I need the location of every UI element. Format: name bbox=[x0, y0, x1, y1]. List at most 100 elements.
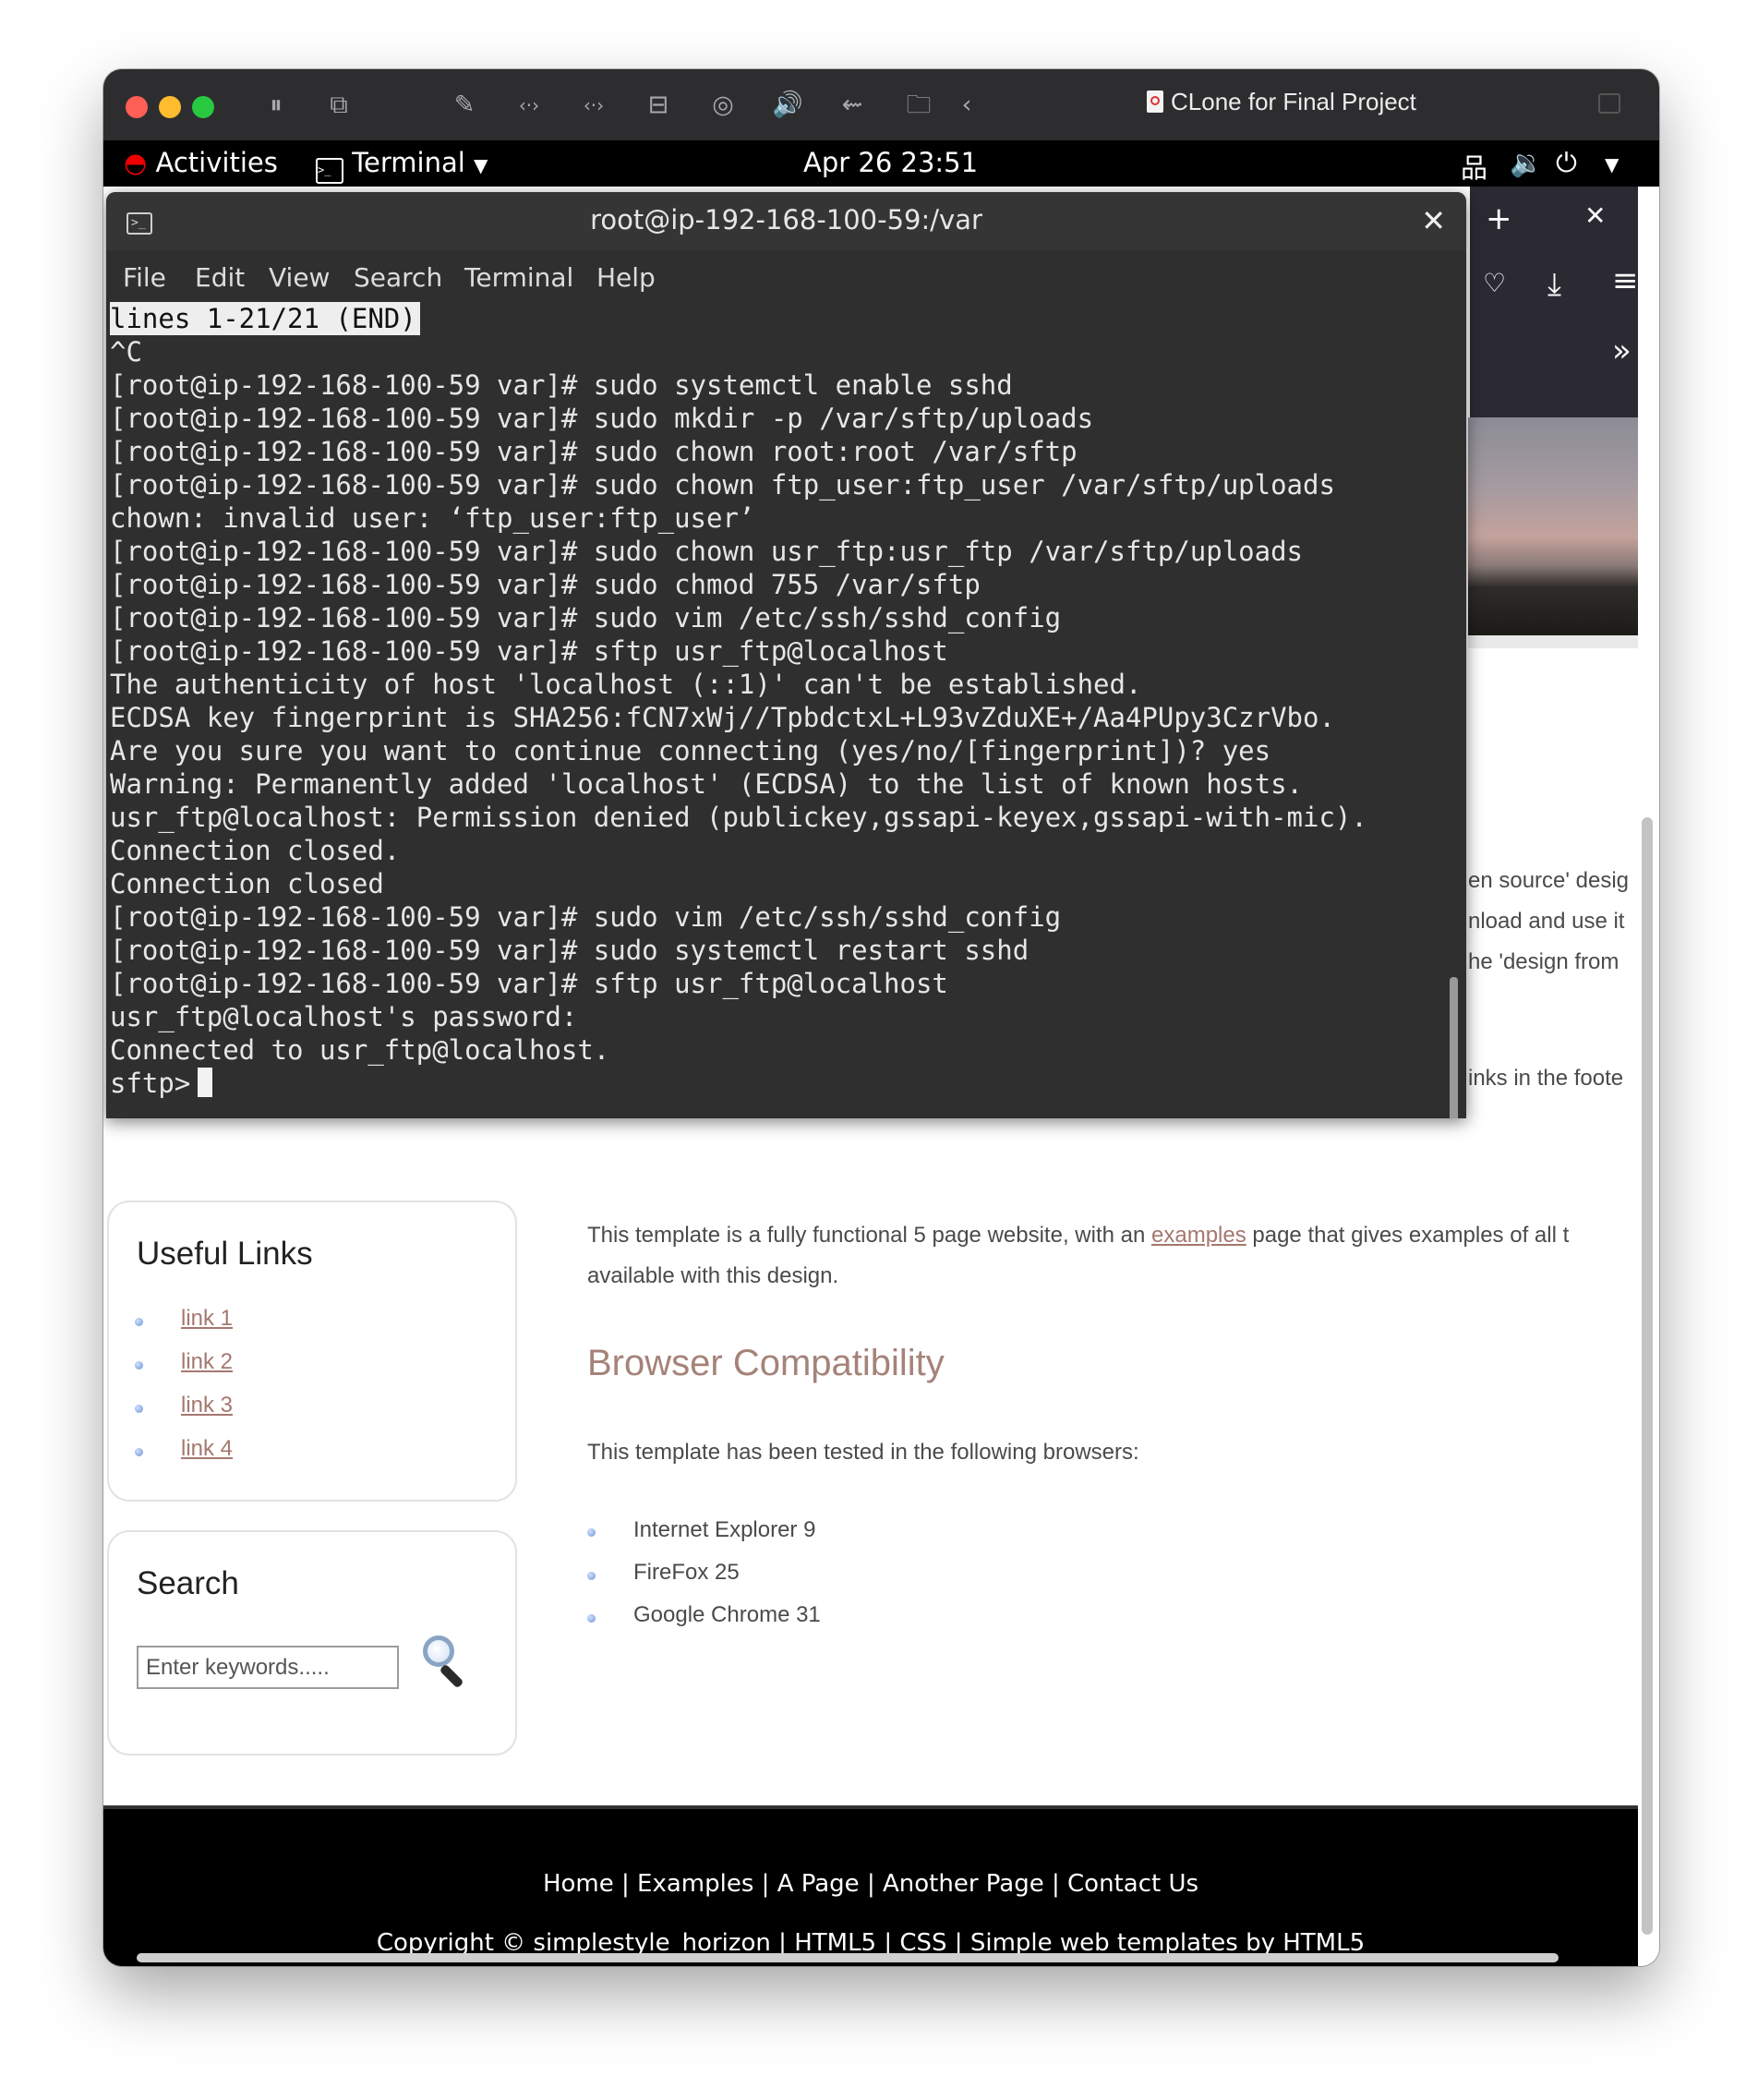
close-window-button[interactable] bbox=[126, 96, 148, 118]
new-tab-icon[interactable]: + bbox=[1486, 200, 1512, 237]
download-icon[interactable]: ⤓ bbox=[1547, 266, 1561, 303]
text-cursor bbox=[198, 1068, 213, 1097]
window-title: CLone for Final Project bbox=[1147, 88, 1416, 116]
terminal-line: usr_ftp@localhost: Permission denied (pu… bbox=[110, 802, 1367, 833]
terminal-line: [root@ip-192-168-100-59 var]# sudo chown… bbox=[110, 536, 1304, 567]
terminal-line: [root@ip-192-168-100-59 var]# sudo chmod… bbox=[110, 569, 981, 600]
footer-separator: | bbox=[866, 1870, 875, 1898]
network-icon[interactable]: 品 bbox=[1461, 147, 1487, 186]
browser-compatibility-heading: Browser Compatibility bbox=[587, 1343, 945, 1383]
wrench-icon[interactable]: ✎ bbox=[449, 90, 480, 121]
footer-link-home[interactable]: Home bbox=[543, 1870, 614, 1898]
terminal-scrollbar[interactable] bbox=[1450, 977, 1458, 1118]
code-arrows-icon[interactable]: ‹·› bbox=[578, 90, 609, 121]
terminal-line: [root@ip-192-168-100-59 var]# sftp usr_f… bbox=[110, 968, 948, 999]
text-fragment: nload and use it bbox=[1468, 909, 1625, 934]
app-menu-label: Terminal bbox=[352, 147, 465, 178]
terminal-line: Connection closed. bbox=[110, 835, 401, 866]
terminal-line: chown: invalid user: ‘ftp_user:ftp_user’ bbox=[110, 502, 755, 534]
bullet-icon bbox=[135, 1405, 143, 1413]
terminal-line: [root@ip-192-168-100-59 var]# sudo syste… bbox=[110, 935, 1030, 966]
code-arrows-icon[interactable]: ‹·› bbox=[513, 90, 545, 121]
bullet-icon bbox=[587, 1572, 596, 1580]
useful-links-title: Useful Links bbox=[137, 1236, 313, 1272]
page-scrollbar-thumb[interactable] bbox=[1642, 817, 1653, 1935]
pager-status-line: lines 1-21/21 (END) bbox=[110, 302, 420, 335]
chevron-down-icon: ▼ bbox=[474, 154, 488, 176]
terminal-line: usr_ftp@localhost's password: bbox=[110, 1001, 578, 1032]
bullet-icon bbox=[135, 1448, 143, 1456]
useful-links-box: Useful Links link 1 link 2 link 3 link 4 bbox=[107, 1201, 517, 1502]
footer-nav: Home | Examples | A Page | Another Page … bbox=[103, 1870, 1638, 1898]
close-icon[interactable]: ✕ bbox=[1421, 203, 1446, 238]
footer-separator: | bbox=[621, 1870, 630, 1898]
footer-link-examples[interactable]: Examples bbox=[637, 1870, 753, 1898]
examples-link[interactable]: examples bbox=[1151, 1223, 1246, 1248]
footer-link-another-page[interactable]: Another Page bbox=[883, 1870, 1044, 1898]
header-image bbox=[1468, 417, 1638, 635]
footer-link-contact[interactable]: Contact Us bbox=[1067, 1870, 1198, 1898]
browser-list-item: Google Chrome 31 bbox=[633, 1602, 821, 1627]
drive-icon[interactable]: ⊟ bbox=[643, 90, 674, 121]
sidebar-link-2[interactable]: link 2 bbox=[181, 1349, 233, 1375]
text-fragment: en source' desig bbox=[1468, 868, 1630, 893]
window-title-text: CLone for Final Project bbox=[1171, 88, 1416, 115]
gnome-topbar: ◓ Activities >_ Terminal ▼ Apr 26 23:51 … bbox=[103, 140, 1659, 187]
terminal-line: [root@ip-192-168-100-59 var]# sudo vim /… bbox=[110, 901, 1062, 933]
bullet-icon bbox=[135, 1361, 143, 1370]
redhat-icon: ◓ bbox=[124, 147, 148, 178]
sidebar-link-1[interactable]: link 1 bbox=[181, 1306, 233, 1332]
close-tab-icon[interactable]: ✕ bbox=[1584, 200, 1606, 231]
pocket-icon[interactable]: ♡ bbox=[1483, 268, 1506, 298]
intro-paragraph: This template is a fully functional 5 pa… bbox=[587, 1223, 1569, 1249]
header-divider bbox=[1468, 635, 1638, 648]
terminal-line: Connection closed bbox=[110, 868, 384, 899]
speaker-icon[interactable]: 🔊 bbox=[772, 90, 803, 121]
volume-icon[interactable]: 🔉 bbox=[1510, 147, 1543, 179]
sidebar-link-4[interactable]: link 4 bbox=[181, 1436, 233, 1462]
clock[interactable]: Apr 26 23:51 bbox=[803, 147, 978, 178]
user-icon[interactable]: ◎ bbox=[707, 90, 739, 121]
terminal-prompt-line[interactable]: sftp> bbox=[110, 1067, 213, 1100]
snapshot-icon[interactable]: ⧉ bbox=[323, 90, 355, 121]
sidebar-link-3[interactable]: link 3 bbox=[181, 1393, 233, 1418]
menu-file[interactable]: File bbox=[123, 262, 166, 293]
back-arrow-icon[interactable]: ‹ bbox=[951, 90, 982, 121]
footer-link-a-page[interactable]: A Page bbox=[777, 1870, 860, 1898]
footer-separator: | bbox=[1052, 1870, 1060, 1898]
power-icon[interactable]: ⏻ bbox=[1556, 147, 1577, 179]
search-input[interactable]: Enter keywords..... bbox=[137, 1646, 399, 1689]
terminal-line: [root@ip-192-168-100-59 var]# sftp usr_f… bbox=[110, 635, 948, 667]
zoom-window-button[interactable] bbox=[192, 96, 214, 118]
pause-icon[interactable]: ⏸ bbox=[260, 90, 292, 121]
terminal-app-icon: >_ bbox=[316, 158, 343, 184]
compatibility-text: This template has been tested in the fol… bbox=[587, 1440, 1139, 1465]
minimize-window-button[interactable] bbox=[159, 96, 181, 118]
vm-titlebar: ⏸ ⧉ ✎ ‹·› ‹·› ⊟ ◎ 🔊 ⇜ 🗀 ‹ CLone for Fina… bbox=[103, 69, 1659, 140]
intro-text: This template is a fully functional 5 pa… bbox=[587, 1223, 1151, 1248]
footer-separator: | bbox=[761, 1870, 770, 1898]
menu-search[interactable]: Search bbox=[354, 262, 442, 293]
menu-icon[interactable]: ≡ bbox=[1612, 262, 1639, 299]
folder-icon[interactable]: 🗀 bbox=[903, 90, 934, 121]
terminal-title: root@ip-192-168-100-59:/var bbox=[590, 204, 982, 235]
activities-button[interactable]: ◓ Activities bbox=[124, 147, 278, 178]
search-icon[interactable] bbox=[423, 1635, 469, 1691]
page-footer: Home | Examples | A Page | Another Page … bbox=[103, 1805, 1638, 1966]
terminal-output[interactable]: lines 1-21/21 (END) ^C [root@ip-192-168-… bbox=[106, 302, 1447, 1118]
usb-icon[interactable]: ⇜ bbox=[837, 90, 868, 121]
app-menu[interactable]: >_ Terminal ▼ bbox=[316, 147, 488, 184]
system-menu-chevron-icon[interactable]: ▼ bbox=[1605, 153, 1619, 175]
document-icon bbox=[1147, 91, 1163, 113]
restore-icon[interactable] bbox=[1598, 93, 1620, 114]
menu-edit[interactable]: Edit bbox=[195, 262, 245, 293]
menu-terminal[interactable]: Terminal bbox=[464, 262, 573, 293]
menu-view[interactable]: View bbox=[269, 262, 330, 293]
browser-toolbar-edge: + ✕ ♡ ⤓ ≡ » bbox=[1470, 187, 1639, 417]
menu-help[interactable]: Help bbox=[596, 262, 656, 293]
terminal-line: ECDSA key fingerprint is SHA256:fCN7xWj/… bbox=[110, 702, 1335, 733]
terminal-line: Connected to usr_ftp@localhost. bbox=[110, 1034, 610, 1066]
overflow-chevron-icon[interactable]: » bbox=[1612, 332, 1632, 369]
horizontal-scrollbar[interactable] bbox=[137, 1953, 1559, 1962]
vm-window: ⏸ ⧉ ✎ ‹·› ‹·› ⊟ ◎ 🔊 ⇜ 🗀 ‹ CLone for Fina… bbox=[103, 69, 1659, 1966]
